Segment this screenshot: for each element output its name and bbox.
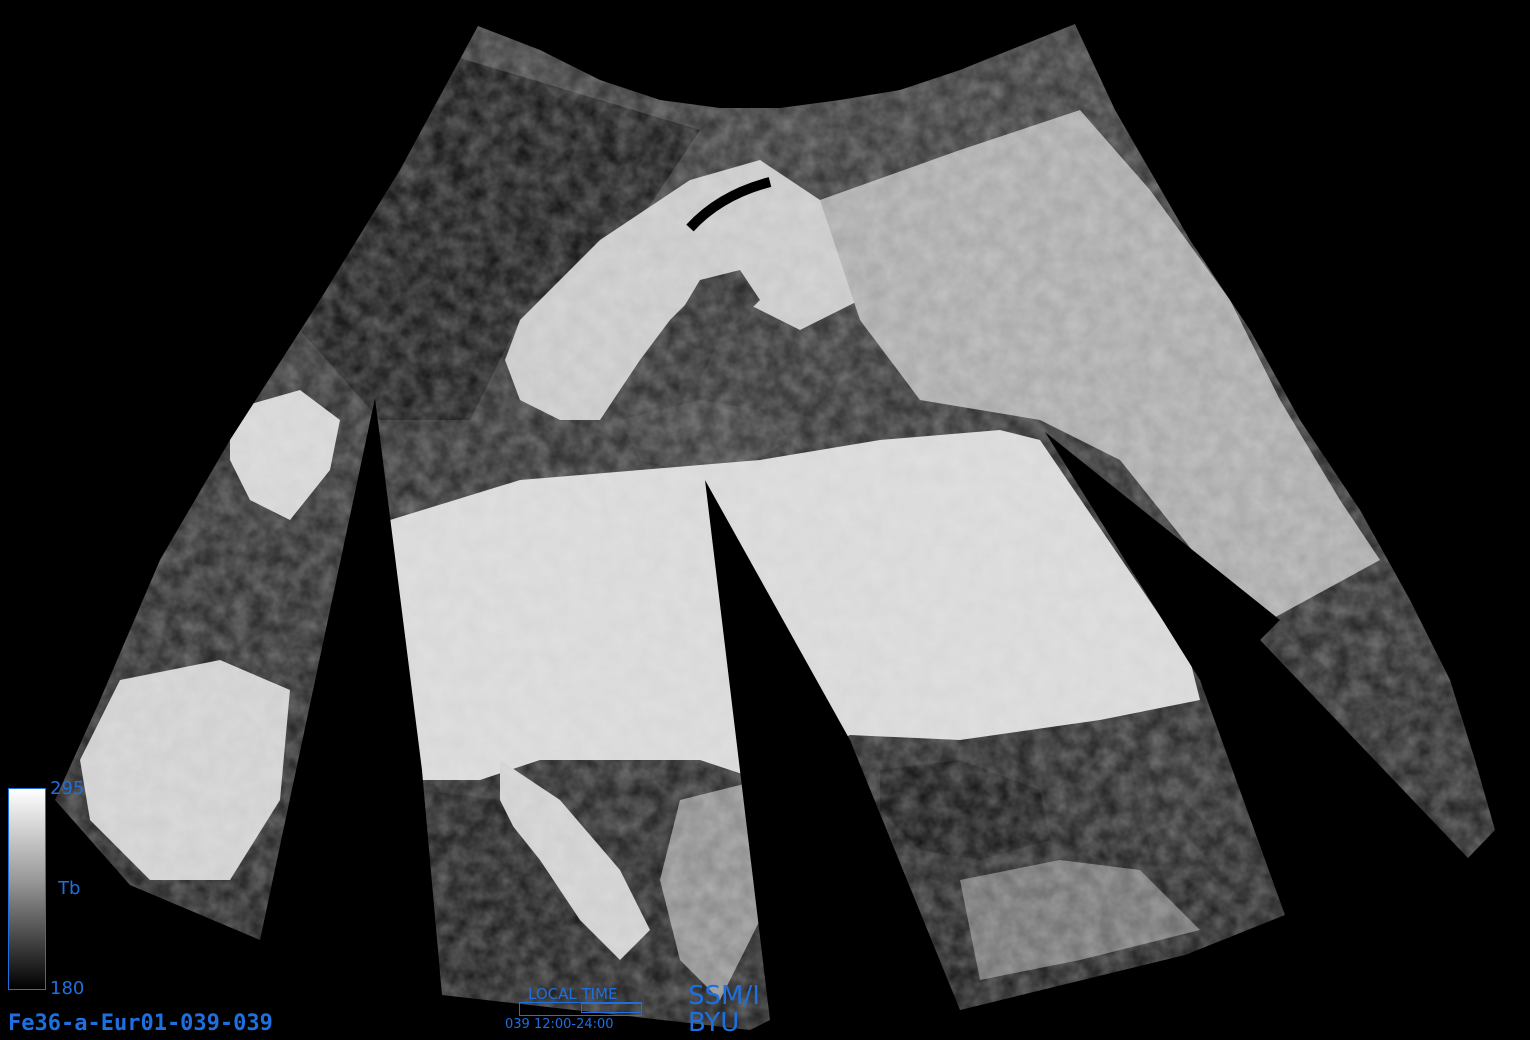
colorbar-legend (8, 788, 46, 990)
local-time-label: LOCAL TIME (528, 985, 618, 1003)
swath-coverage (55, 24, 1495, 1030)
sensor-name: SSM/I (688, 981, 760, 1011)
colorbar-variable-label: Tb (58, 878, 81, 899)
satellite-image-stage: 295 Tb 180 Fe36-a-Eur01-039-039 LOCAL TI… (0, 0, 1530, 1040)
local-time-fill (581, 1003, 642, 1013)
brightness-temperature-map (55, 24, 1495, 1030)
local-time-range: 039 12:00-24:00 (505, 1017, 614, 1032)
colorbar-min-label: 180 (50, 978, 85, 999)
colorbar-max-label: 295 (50, 778, 85, 799)
local-time-bar (519, 1002, 642, 1016)
institution-name: BYU (688, 1008, 740, 1038)
product-id-label: Fe36-a-Eur01-039-039 (8, 1011, 273, 1036)
